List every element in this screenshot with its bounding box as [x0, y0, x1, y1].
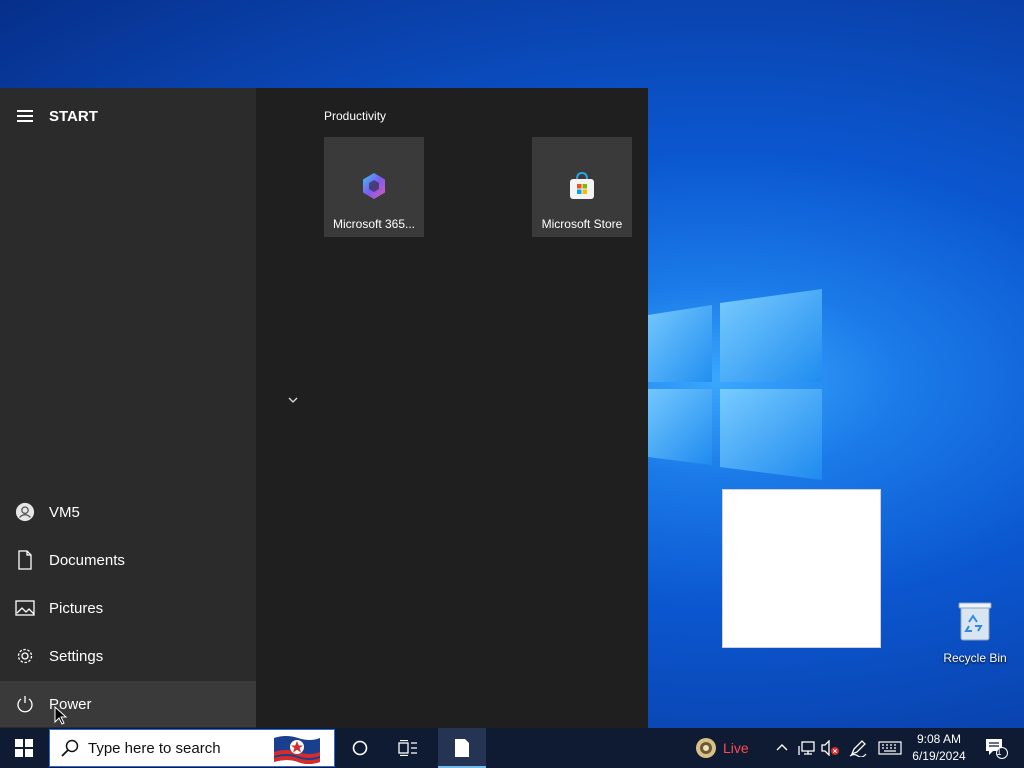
keyboard-icon — [878, 741, 902, 755]
live-widget[interactable]: Live — [695, 728, 749, 768]
blank-document-icon — [455, 739, 469, 757]
mouse-cursor-icon — [54, 706, 68, 725]
taskbar: Type here to search Live 9:08 AM 6/19/20… — [0, 728, 1024, 768]
microsoft-store-icon — [570, 171, 594, 199]
recycle-bin-icon — [958, 602, 992, 641]
clock[interactable]: 9:08 AM 6/19/2024 — [903, 731, 975, 765]
volume-muted-icon — [821, 740, 839, 756]
microsoft-365-icon — [363, 173, 385, 199]
task-view-button[interactable] — [384, 728, 432, 768]
start-item-user[interactable]: VM5 — [0, 489, 256, 535]
start-item-settings[interactable]: Settings — [0, 633, 256, 679]
search-highlight-flag-icon — [274, 736, 320, 764]
document-icon — [15, 550, 35, 570]
chevron-down-icon[interactable] — [286, 393, 300, 407]
hamburger-menu-icon[interactable] — [17, 107, 33, 125]
tile-label: Microsoft Store — [541, 217, 623, 231]
pen-tray-button[interactable] — [849, 728, 867, 768]
start-item-label: VM5 — [49, 503, 80, 521]
tile-label: Microsoft 365... — [332, 217, 416, 231]
windows-icon — [15, 739, 33, 757]
live-sports-icon — [696, 738, 716, 758]
tile-microsoft-store[interactable]: Microsoft Store — [532, 137, 632, 237]
gear-icon — [15, 646, 35, 666]
start-item-documents[interactable]: Documents — [0, 537, 256, 583]
pictures-icon — [15, 598, 35, 618]
start-item-label: Pictures — [49, 599, 104, 617]
windows-logo-wallpaper — [648, 289, 822, 480]
search-icon — [61, 739, 79, 757]
live-label: Live — [723, 740, 749, 756]
start-item-power[interactable]: Power — [0, 681, 256, 727]
search-box[interactable]: Type here to search — [49, 729, 335, 767]
start-title: START — [49, 107, 98, 125]
cortana-circle-icon — [352, 740, 368, 756]
recycle-bin-label: Recycle Bin — [943, 651, 1007, 665]
clock-date: 6/19/2024 — [912, 749, 966, 763]
user-icon — [15, 502, 35, 522]
action-center-button[interactable]: 1 — [980, 728, 1012, 768]
taskbar-app-notepad[interactable] — [438, 728, 486, 768]
task-view-icon — [398, 740, 417, 756]
notification-count: 1 — [996, 747, 1002, 757]
show-hidden-icons-button[interactable] — [774, 728, 790, 768]
network-icon — [798, 741, 815, 755]
start-item-pictures[interactable]: Pictures — [0, 585, 256, 631]
touch-keyboard-button[interactable] — [878, 728, 902, 768]
volume-tray-button[interactable] — [821, 728, 841, 768]
start-item-label: Settings — [49, 647, 104, 665]
tile-microsoft-365[interactable]: Microsoft 365... — [324, 137, 424, 237]
blank-window[interactable] — [722, 489, 881, 648]
start-header: START — [0, 102, 256, 130]
pen-workspace-icon — [849, 740, 867, 757]
start-item-label: Documents — [49, 551, 125, 569]
network-tray-button[interactable] — [797, 728, 817, 768]
tile-group-title[interactable]: Productivity — [324, 109, 386, 123]
start-button[interactable] — [0, 728, 48, 768]
chevron-up-icon — [776, 744, 788, 751]
search-placeholder: Type here to search — [88, 739, 221, 757]
power-icon — [15, 694, 35, 714]
recycle-bin[interactable]: Recycle Bin — [940, 600, 1010, 665]
cortana-button[interactable] — [336, 728, 384, 768]
start-menu: START VM5 Documents Pictures Settings Po… — [0, 88, 648, 728]
start-menu-tiles-pane: Productivity Microsoft 365... Microsoft … — [256, 88, 648, 728]
clock-time: 9:08 AM — [916, 732, 962, 746]
start-menu-left-pane: START VM5 Documents Pictures Settings Po… — [0, 88, 256, 728]
